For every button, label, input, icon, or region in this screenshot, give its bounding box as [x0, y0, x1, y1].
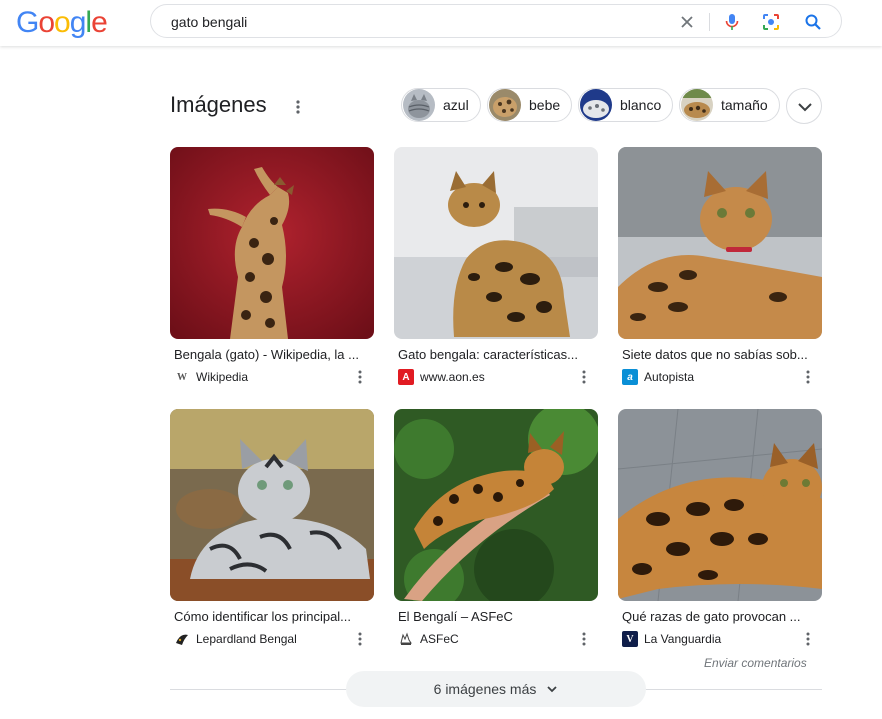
image-result[interactable]: Bengala (gato) - Wikipedia, la ... W Wik… [170, 147, 374, 384]
result-site: Wikipedia [196, 370, 249, 384]
more-vert-icon[interactable] [354, 630, 366, 648]
logo-letter: o [38, 6, 55, 39]
result-image[interactable] [170, 409, 374, 601]
more-images-button[interactable]: 6 imágenes más [346, 671, 646, 707]
clear-icon[interactable] [677, 12, 697, 32]
search-box[interactable]: gato bengali [150, 4, 842, 38]
result-caption[interactable]: Siete datos que no sabías sob... [622, 347, 822, 362]
image-result[interactable]: Siete datos que no sabías sob... a Autop… [618, 147, 822, 385]
search-icon[interactable] [803, 12, 823, 32]
wikipedia-favicon-icon: W [177, 371, 187, 383]
chip-thumbnail [403, 89, 435, 121]
result-source[interactable]: ASFeC [398, 631, 459, 647]
result-image[interactable] [170, 147, 374, 339]
chip-blanco[interactable]: blanco [578, 88, 673, 122]
image-result[interactable]: El Bengalí – ASFeC ASFeC [394, 409, 598, 646]
result-caption[interactable]: El Bengalí – ASFeC [398, 609, 598, 624]
logo-letter: o [54, 6, 71, 39]
autopista-favicon-icon: a [622, 369, 638, 385]
logo-letter: e [91, 6, 108, 39]
result-site: La Vanguardia [644, 632, 722, 646]
result-source[interactable]: W Wikipedia [174, 369, 248, 385]
search-divider [709, 13, 710, 31]
feedback-link[interactable]: Enviar comentarios [704, 656, 807, 670]
chip-thumbnail [681, 89, 713, 121]
asfec-favicon-icon [398, 631, 414, 647]
chip-azul[interactable]: azul [401, 88, 481, 122]
result-image[interactable] [618, 147, 822, 339]
result-site: ASFeC [420, 632, 459, 646]
result-caption[interactable]: Bengala (gato) - Wikipedia, la ... [174, 347, 374, 362]
search-input[interactable]: gato bengali [171, 14, 247, 30]
chip-label: azul [443, 97, 469, 113]
aon-favicon-icon: A [398, 369, 414, 385]
chip-tamano[interactable]: tamaño [679, 88, 780, 122]
result-site: Autopista [644, 370, 695, 384]
section-title: Imágenes [170, 92, 267, 117]
result-site: Lepardland Bengal [196, 632, 297, 646]
result-image[interactable] [394, 147, 598, 339]
chips-expand-button[interactable] [786, 88, 822, 124]
more-vert-icon[interactable] [354, 368, 366, 386]
more-vert-icon[interactable] [578, 630, 590, 648]
result-source[interactable]: V La Vanguardia [622, 631, 721, 647]
chip-label: blanco [620, 97, 662, 113]
more-vert-icon[interactable] [802, 630, 814, 648]
logo-letter: g [69, 6, 87, 39]
lavanguardia-favicon-icon: V [622, 631, 638, 647]
result-source[interactable]: Lepardland Bengal [174, 631, 297, 647]
chip-label: bebe [529, 97, 561, 113]
chip-bebe[interactable]: bebe [487, 88, 572, 122]
chevron-down-icon [798, 103, 812, 112]
chip-label: tamaño [721, 97, 768, 113]
logo-letter: G [16, 6, 39, 39]
more-images-label: 6 imágenes más [433, 681, 537, 697]
google-logo[interactable]: Google [16, 5, 108, 41]
result-caption[interactable]: Qué razas de gato provocan ... [622, 609, 822, 624]
chip-thumbnail [489, 89, 521, 121]
result-site: www.aon.es [420, 370, 485, 384]
chevron-down-icon [547, 686, 557, 693]
result-source[interactable]: A www.aon.es [398, 369, 485, 385]
top-bar: Google gato bengali [0, 0, 882, 46]
result-image[interactable] [618, 409, 822, 601]
image-result[interactable]: Gato bengala: características... A www.a… [394, 147, 598, 385]
more-vert-icon[interactable] [802, 368, 814, 386]
lens-icon[interactable] [761, 12, 781, 32]
chip-thumbnail [580, 89, 612, 121]
more-vert-icon[interactable] [578, 368, 590, 386]
result-source[interactable]: a Autopista [622, 369, 694, 385]
result-caption[interactable]: Gato bengala: características... [398, 347, 598, 362]
result-caption[interactable]: Cómo identificar los principal... [174, 609, 374, 624]
more-vert-icon[interactable] [292, 98, 304, 116]
mic-icon[interactable] [722, 12, 742, 32]
lepardland-favicon-icon [174, 631, 190, 647]
result-image[interactable] [394, 409, 598, 601]
image-result[interactable]: Qué razas de gato provocan ... V La Vang… [618, 409, 822, 647]
image-result[interactable]: Cómo identificar los principal... Lepard… [170, 409, 374, 646]
